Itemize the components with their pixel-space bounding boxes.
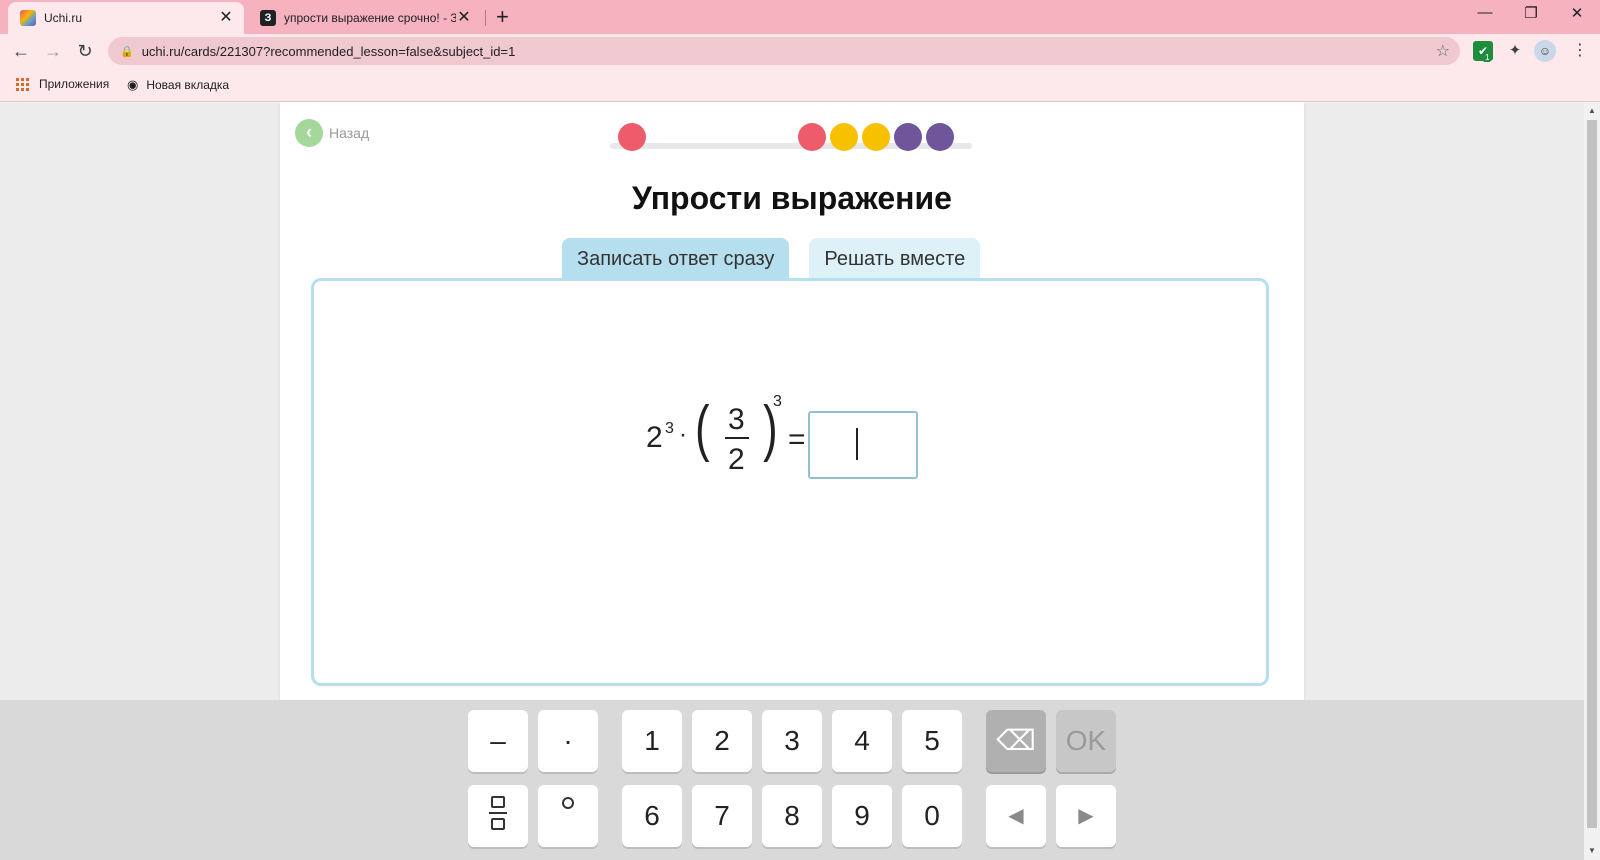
key-8[interactable]: 8 xyxy=(762,785,822,847)
expr-outer-exponent: 3 xyxy=(773,393,782,410)
answer-input[interactable] xyxy=(808,411,918,479)
new-tab-button[interactable]: + xyxy=(496,6,509,28)
scroll-up-icon[interactable]: ▲ xyxy=(1584,104,1600,118)
browser-tab-strip: Uchi.ru ✕ З упрости выражение срочно! - … xyxy=(0,0,1600,34)
address-bar[interactable]: 🔒 uchi.ru/cards/221307?recommended_lesso… xyxy=(108,37,1460,65)
browser-tab-znanija[interactable]: З упрости выражение срочно! - Зн ✕ xyxy=(248,2,482,34)
fraction-bar xyxy=(725,437,749,439)
restore-icon[interactable]: ❐ xyxy=(1516,4,1546,22)
key-fraction[interactable] xyxy=(468,785,528,847)
globe-icon: ◉ xyxy=(127,77,139,92)
forward-arrow-icon[interactable]: → xyxy=(42,40,64,62)
bookmark-label: Приложения xyxy=(39,77,110,91)
expr-base: 2 xyxy=(646,421,663,454)
browser-toolbar: ← → ↻ 🔒 uchi.ru/cards/221307?recommended… xyxy=(0,34,1600,68)
key-5[interactable]: 5 xyxy=(902,710,962,772)
key-3[interactable]: 3 xyxy=(762,710,822,772)
tab-close-icon[interactable]: ✕ xyxy=(456,10,472,26)
task-title: Упрости выражение xyxy=(632,180,952,216)
degree-icon xyxy=(562,797,574,809)
expr-base-exponent: 3 xyxy=(665,420,674,437)
bookmark-new-tab[interactable]: ◉ Новая вкладка xyxy=(127,77,229,93)
scroll-down-icon[interactable]: ▼ xyxy=(1584,844,1600,858)
tab-close-icon[interactable]: ✕ xyxy=(218,10,234,26)
extension-badge: 1 xyxy=(1483,53,1492,62)
backspace-key[interactable]: ⌫ xyxy=(986,710,1046,772)
bookmark-star-icon[interactable]: ☆ xyxy=(1436,41,1450,61)
expr-multiply: · xyxy=(679,421,687,448)
znanija-favicon-icon: З xyxy=(260,10,276,26)
key-0[interactable]: 0 xyxy=(902,785,962,847)
task-workarea: 2 3 · ( 3 2 ) 3 = xyxy=(311,278,1269,686)
progress-dot xyxy=(830,123,858,151)
page-scrollbar[interactable]: ▲ ▼ xyxy=(1584,102,1600,860)
expr-denominator: 2 xyxy=(728,443,745,476)
window-close-icon[interactable]: ✕ xyxy=(1562,4,1592,22)
reload-icon[interactable]: ↻ xyxy=(74,40,96,62)
right-arrow-icon: ▶ xyxy=(1078,805,1094,827)
key-minus[interactable]: – xyxy=(468,710,528,772)
key-1[interactable]: 1 xyxy=(622,710,682,772)
key-4[interactable]: 4 xyxy=(832,710,892,772)
progress-dot xyxy=(926,123,954,151)
minimize-icon[interactable]: — xyxy=(1470,4,1500,21)
extensions-puzzle-icon[interactable]: ✦ xyxy=(1505,41,1525,61)
key-degree[interactable] xyxy=(538,785,598,847)
browser-menu-icon[interactable]: ⋮ xyxy=(1570,41,1590,61)
math-expression: 2 3 · ( 3 2 ) 3 = xyxy=(314,281,1272,689)
progress-dot xyxy=(862,123,890,151)
uchi-favicon-icon xyxy=(20,10,36,26)
cursor-right-key[interactable]: ▶ xyxy=(1056,785,1116,847)
bookmark-apps[interactable]: Приложения xyxy=(16,77,109,91)
backspace-icon: ⌫ xyxy=(996,725,1036,756)
bookmarks-bar: Приложения ◉ Новая вкладка xyxy=(0,68,1600,102)
apps-icon xyxy=(16,77,29,91)
back-link[interactable]: ‹ Назад xyxy=(295,119,369,147)
expr-open-paren: ( xyxy=(695,394,710,463)
lock-icon: 🔒 xyxy=(120,45,134,58)
progress-dot xyxy=(618,123,646,151)
ok-button[interactable]: OK xyxy=(1056,710,1116,772)
expr-equals: = xyxy=(788,423,806,456)
cursor-left-key[interactable]: ◀ xyxy=(986,785,1046,847)
key-2[interactable]: 2 xyxy=(692,710,752,772)
tab-title: упрости выражение срочно! - Зн xyxy=(284,11,456,25)
back-label: Назад xyxy=(329,125,370,141)
progress-indicator xyxy=(610,119,972,153)
back-arrow-icon[interactable]: ← xyxy=(10,40,32,62)
progress-dot xyxy=(894,123,922,151)
tab-solve-together[interactable]: Решать вместе xyxy=(809,238,981,278)
mode-tabs: Записать ответ сразу Решать вместе xyxy=(562,238,981,278)
key-6[interactable]: 6 xyxy=(622,785,682,847)
url-text: uchi.ru/cards/221307?recommended_lesson=… xyxy=(141,43,516,59)
key-7[interactable]: 7 xyxy=(692,785,752,847)
browser-tab-uchi[interactable]: Uchi.ru ✕ xyxy=(8,2,244,34)
text-caret xyxy=(856,428,858,460)
tab-title: Uchi.ru xyxy=(44,11,83,25)
bookmark-label: Новая вкладка xyxy=(146,78,230,92)
math-keyboard: – · 1 2 3 4 5 ⌫ OK 6 7 8 9 0 ◀ ▶ xyxy=(0,700,1584,860)
key-9[interactable]: 9 xyxy=(832,785,892,847)
profile-avatar[interactable]: ☺ xyxy=(1534,40,1556,62)
key-dot[interactable]: · xyxy=(538,710,598,772)
task-card: ‹ Назад Упрости выражение Записать ответ… xyxy=(280,102,1304,712)
chevron-left-icon: ‹ xyxy=(295,119,323,147)
scroll-thumb[interactable] xyxy=(1587,120,1597,828)
expr-numerator: 3 xyxy=(728,403,745,436)
tab-separator xyxy=(485,10,486,26)
fraction-icon xyxy=(489,796,507,830)
left-arrow-icon: ◀ xyxy=(1008,805,1024,827)
tab-answer-directly[interactable]: Записать ответ сразу xyxy=(562,238,790,278)
progress-dot xyxy=(798,123,826,151)
